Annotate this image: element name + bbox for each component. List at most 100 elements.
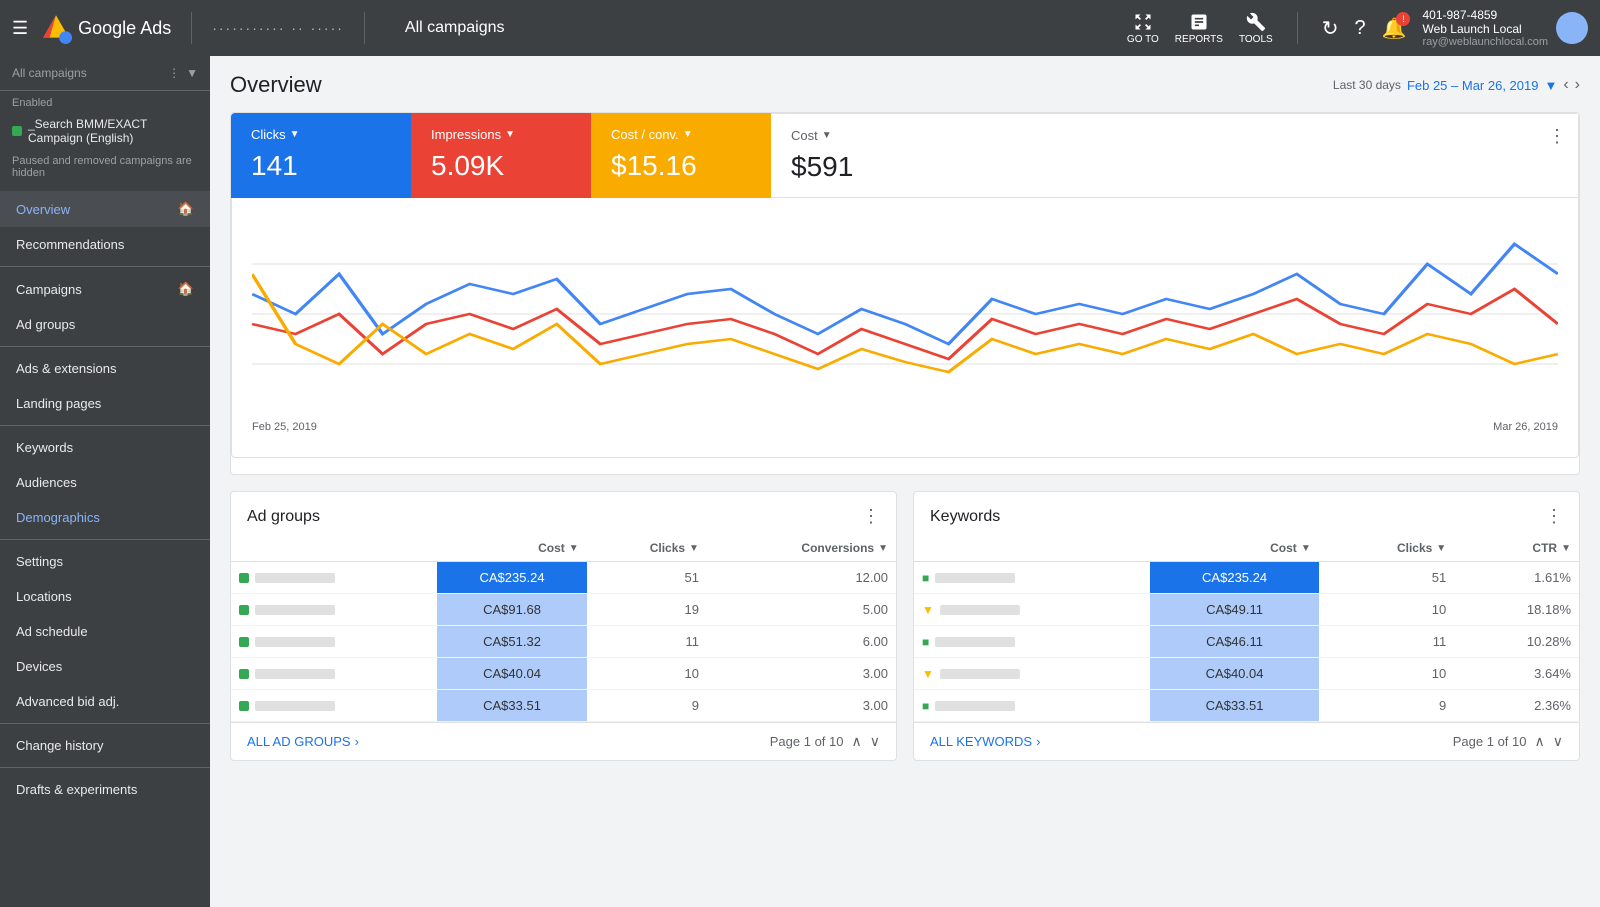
ag-col-label [231,535,437,562]
help-button[interactable]: ? [1354,17,1365,40]
tools-label: TOOLS [1239,34,1273,45]
kw-col-ctr[interactable]: CTR ▼ [1454,535,1579,562]
table-row[interactable]: ■ CA$235.24 51 1.61% [914,562,1579,594]
sidebar-item-campaigns[interactable]: Campaigns 🏠 [0,271,210,307]
notification-badge: ! [1396,12,1410,26]
kw-prev-page-button[interactable]: ∧ [1535,733,1545,750]
sidebar-item-keywords[interactable]: Keywords [0,430,210,465]
ag-row-icon-0 [239,573,249,583]
keywords-more-icon[interactable]: ⋮ [1545,506,1563,527]
metric-card-impressions[interactable]: Impressions ▼ 5.09K [411,113,591,198]
refresh-button[interactable]: ↻ [1322,16,1339,41]
kw-row-cost-0: CA$235.24 [1150,562,1318,594]
kw-row-label-3: ▼ [914,658,1150,690]
ag-col-cost[interactable]: Cost ▼ [437,535,586,562]
user-avatar[interactable] [1556,12,1588,44]
sidebar-item-ad-schedule[interactable]: Ad schedule [0,614,210,649]
kw-cost-sort-icon: ▼ [1301,543,1311,554]
kw-see-all-label: ALL KEYWORDS [930,734,1032,749]
table-row[interactable]: ■ CA$33.51 9 2.36% [914,690,1579,722]
logo-text: Google Ads [78,18,171,39]
sidebar-item-demographics[interactable]: Demographics [0,500,210,535]
date-prev-button[interactable]: ‹ [1563,76,1568,94]
keywords-footer: ALL KEYWORDS › Page 1 of 10 ∧ ∨ [914,722,1579,760]
sidebar-item-devices[interactable]: Devices [0,649,210,684]
see-all-label: ALL AD GROUPS [247,734,351,749]
ag-col-conversions[interactable]: Conversions ▼ [707,535,896,562]
kw-row-blurred-3 [940,669,1020,679]
chart-dates: Feb 25, 2019 Mar 26, 2019 [252,421,1558,433]
metric-card-cost-conv[interactable]: Cost / conv. ▼ $15.16 [591,113,771,198]
see-all-keywords-link[interactable]: ALL KEYWORDS › [930,734,1040,749]
date-range-value[interactable]: Feb 25 – Mar 26, 2019 [1407,78,1539,93]
ag-row-conversions-1: 5.00 [707,594,896,626]
account-company: Web Launch Local [1422,22,1548,36]
table-row[interactable]: ▼ CA$49.11 10 18.18% [914,594,1579,626]
ag-row-clicks-1: 19 [587,594,707,626]
table-row[interactable]: ■ CA$46.11 11 10.28% [914,626,1579,658]
notifications-area: 🔔 ! [1382,16,1407,41]
campaign-status-icon [12,126,22,136]
table-row[interactable]: CA$235.24 51 12.00 [231,562,896,594]
date-next-button[interactable]: › [1575,76,1580,94]
metric-more-icon[interactable]: ⋮ [1548,126,1566,147]
main-content: Overview Last 30 days Feb 25 – Mar 26, 2… [210,56,1600,907]
ag-conversions-sort-icon: ▼ [878,543,888,554]
metric-card-clicks[interactable]: Clicks ▼ 141 [231,113,411,198]
table-row[interactable]: ▼ CA$40.04 10 3.64% [914,658,1579,690]
kw-row-label-0: ■ [914,562,1150,594]
ad-groups-more-icon[interactable]: ⋮ [862,506,880,527]
sidebar-item-audiences[interactable]: Audiences [0,465,210,500]
ag-row-blurred-2 [255,637,335,647]
sidebar-item-landing-pages[interactable]: Landing pages [0,386,210,421]
sidebar-item-change-history[interactable]: Change history [0,728,210,763]
ag-row-conversions-4: 3.00 [707,690,896,722]
sidebar-item-locations[interactable]: Locations [0,579,210,614]
tools-button[interactable]: TOOLS [1239,12,1273,45]
sidebar-item-ads-extensions[interactable]: Ads & extensions [0,351,210,386]
sidebar-item-drafts[interactable]: Drafts & experiments [0,772,210,807]
keywords-label: Keywords [16,440,73,455]
ag-row-label-0 [231,562,437,594]
sidebar-item-recommendations[interactable]: Recommendations [0,227,210,262]
reports-button[interactable]: REPORTS [1175,12,1223,45]
see-all-ad-groups-link[interactable]: ALL AD GROUPS › [247,734,359,749]
goto-button[interactable]: GO TO [1127,12,1159,45]
sidebar-campaign-item[interactable]: _Search BMM/EXACT Campaign (English) [0,111,210,151]
keywords-table: Cost ▼ Clicks ▼ [914,535,1579,722]
kw-col-clicks[interactable]: Clicks ▼ [1319,535,1454,562]
sidebar-item-overview[interactable]: Overview 🏠 [0,191,210,227]
table-row[interactable]: CA$40.04 10 3.00 [231,658,896,690]
cost-dropdown-icon[interactable]: ▼ [822,130,832,141]
table-row[interactable]: CA$33.51 9 3.00 [231,690,896,722]
sidebar-item-settings[interactable]: Settings [0,544,210,579]
see-all-arrow-icon: › [355,734,359,749]
ag-col-clicks[interactable]: Clicks ▼ [587,535,707,562]
ag-prev-page-button[interactable]: ∧ [852,733,862,750]
hamburger-menu[interactable]: ☰ [12,18,28,39]
kw-row-label-2: ■ [914,626,1150,658]
kw-row-label-4: ■ [914,690,1150,722]
ag-next-page-button[interactable]: ∨ [870,733,880,750]
google-logo-icon [40,12,72,44]
goto-label: GO TO [1127,34,1159,45]
impressions-label: Impressions ▼ [431,127,571,142]
cost-conv-dropdown-icon[interactable]: ▼ [683,129,693,140]
table-row[interactable]: CA$91.68 19 5.00 [231,594,896,626]
sidebar-item-ad-groups[interactable]: Ad groups [0,307,210,342]
kw-next-page-button[interactable]: ∨ [1553,733,1563,750]
kw-row-cost-2: CA$46.11 [1150,626,1318,658]
clicks-dropdown-icon[interactable]: ▼ [290,129,300,140]
ad-groups-table: Cost ▼ Clicks ▼ [231,535,896,722]
sidebar-campaign-arrow[interactable]: ▼ [186,66,198,80]
kw-col-cost[interactable]: Cost ▼ [1150,535,1318,562]
kw-row-clicks-4: 9 [1319,690,1454,722]
sidebar-campaign-dots[interactable]: ⋮ [168,66,180,80]
account-phone: 401-987-4859 [1422,8,1548,22]
sidebar-item-advanced-bid[interactable]: Advanced bid adj. [0,684,210,719]
table-row[interactable]: CA$51.32 11 6.00 [231,626,896,658]
impressions-dropdown-icon[interactable]: ▼ [505,129,515,140]
metric-card-cost[interactable]: Cost ▼ $591 ⋮ [771,113,1579,198]
date-range-dropdown-icon[interactable]: ▼ [1544,78,1557,93]
ad-groups-panel: Ad groups ⋮ Cost ▼ [230,491,897,761]
